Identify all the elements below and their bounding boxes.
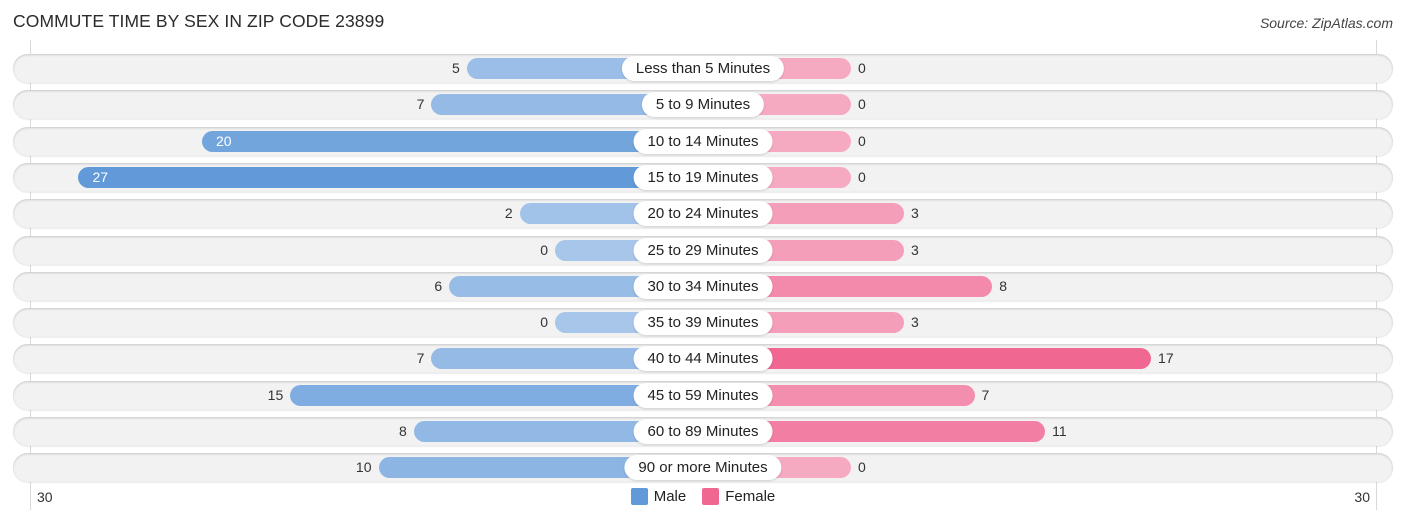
category-label: 10 to 14 Minutes <box>633 128 773 154</box>
male-value-label: 8 <box>399 423 407 439</box>
category-label: 40 to 44 Minutes <box>633 346 773 372</box>
female-value-label: 3 <box>910 241 919 258</box>
female-value-label: 17 <box>1158 350 1174 367</box>
chart-title: COMMUTE TIME BY SEX IN ZIP CODE 23899 <box>13 11 385 31</box>
female-value-label: 0 <box>858 96 866 113</box>
female-value-label: 0 <box>858 132 866 149</box>
male-value-label: 0 <box>540 314 548 331</box>
legend-item-male[interactable]: Male <box>630 488 687 505</box>
male-value-label: 15 <box>267 386 284 403</box>
female-value-label: 0 <box>858 459 866 476</box>
category-label: 5 to 9 Minutes <box>641 92 765 118</box>
male-bar[interactable] <box>78 166 703 188</box>
category-label: Less than 5 Minutes <box>621 56 785 81</box>
legend-swatch-female <box>702 488 720 505</box>
source-label: Source: ZipAtlas.com <box>1259 15 1393 31</box>
male-value-label: 7 <box>416 350 425 367</box>
female-value-label: 0 <box>858 60 866 76</box>
category-label: 30 to 34 Minutes <box>633 273 773 299</box>
category-label: 15 to 19 Minutes <box>633 164 773 190</box>
legend-label-female: Female <box>725 488 776 505</box>
female-value-label: 3 <box>910 314 919 331</box>
male-value-label: 0 <box>540 241 548 258</box>
male-value-label: 2 <box>504 205 513 222</box>
category-label: 90 or more Minutes <box>624 455 782 481</box>
category-label: 45 to 59 Minutes <box>633 382 773 408</box>
male-value-label: 7 <box>416 96 425 113</box>
category-label: 20 to 24 Minutes <box>633 201 773 227</box>
female-value-label: 8 <box>999 277 1007 294</box>
male-value-label: 10 <box>355 459 372 476</box>
category-label: 25 to 29 Minutes <box>633 237 773 263</box>
female-value-label: 11 <box>1052 423 1067 439</box>
male-value-label: 20 <box>216 132 232 149</box>
category-label: 35 to 39 Minutes <box>633 310 773 336</box>
legend: Male Female <box>0 488 1406 505</box>
female-value-label: 3 <box>910 205 919 222</box>
male-bar[interactable] <box>202 130 703 152</box>
female-value-label: 0 <box>858 168 866 185</box>
male-value-label: 6 <box>434 277 443 294</box>
legend-swatch-male <box>630 488 648 505</box>
category-label: 60 to 89 Minutes <box>633 419 773 444</box>
male-value-label: 5 <box>451 60 460 76</box>
female-value-label: 7 <box>981 386 990 403</box>
legend-label-male: Male <box>653 488 687 505</box>
legend-item-female[interactable]: Female <box>702 488 775 505</box>
male-value-label: 27 <box>92 168 109 185</box>
